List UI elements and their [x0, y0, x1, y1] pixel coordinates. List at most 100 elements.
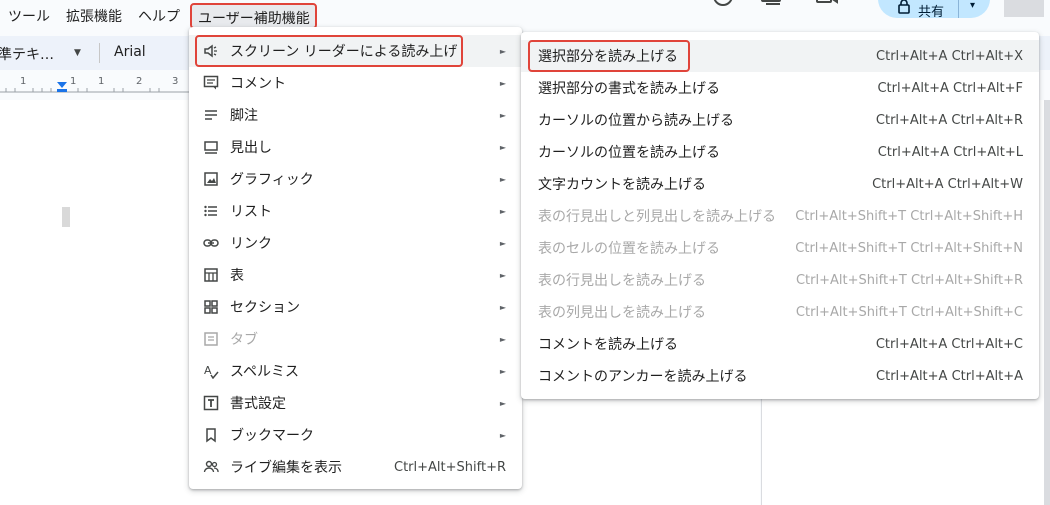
section-icon: [203, 299, 219, 315]
menu-item-label: コメント: [230, 76, 286, 92]
menu-extensions[interactable]: 拡張機能: [66, 6, 122, 26]
comment-history-icon[interactable]: [760, 0, 784, 16]
submenu-item-label: 表の行見出しを読み上げる: [538, 273, 706, 289]
indent-marker-icon[interactable]: [57, 82, 67, 88]
menu-item-footnotes[interactable]: 脚注 ►: [189, 99, 522, 131]
menu-item-label: ブックマーク: [230, 428, 314, 444]
menu-item-label: 脚注: [230, 108, 258, 124]
menu-item-tables[interactable]: 表 ►: [189, 259, 522, 291]
format-icon: [203, 395, 219, 411]
ruler-mark: 3: [172, 76, 179, 87]
menu-item-links[interactable]: リンク ►: [189, 227, 522, 259]
menu-item-graphics[interactable]: グラフィック ►: [189, 163, 522, 195]
menu-item-label: セクション: [230, 300, 300, 316]
submenu-arrow-icon: ►: [499, 174, 506, 184]
submenu-item-label: カーソルの位置を読み上げる: [538, 145, 720, 161]
menu-item-label: ライブ編集を表示: [230, 460, 342, 476]
ruler-mark: 1: [20, 76, 27, 87]
avatar[interactable]: [1004, 0, 1044, 17]
menu-item-label: グラフィック: [230, 172, 314, 188]
submenu-item-read-selection[interactable]: 選択部分を読み上げる Ctrl+Alt+A Ctrl+Alt+X: [521, 40, 1039, 72]
menu-item-comments[interactable]: コメント ►: [189, 67, 522, 99]
chevron-down-icon[interactable]: ▾: [970, 0, 975, 11]
menu-help[interactable]: ヘルプ: [138, 6, 180, 26]
spellcheck-icon: A: [203, 363, 219, 379]
menu-item-label: 書式設定: [230, 396, 286, 412]
menu-tools[interactable]: ツール: [8, 6, 50, 26]
menu-item-headings[interactable]: 見出し ►: [189, 131, 522, 163]
submenu-arrow-icon: ►: [499, 206, 506, 216]
scrollbar[interactable]: [1044, 100, 1050, 505]
lock-icon: [898, 0, 910, 18]
heading-icon: [203, 139, 219, 155]
share-label: 共有: [918, 5, 945, 20]
submenu-arrow-icon: ►: [499, 302, 506, 312]
submenu-item-read-cell-location: 表のセルの位置を読み上げる Ctrl+Alt+Shift+T Ctrl+Alt+…: [521, 232, 1039, 264]
menu-item-label: 見出し: [230, 140, 272, 156]
submenu-item-label: 表のセルの位置を読み上げる: [538, 241, 720, 257]
submenu-item-read-row-header: 表の行見出しを読み上げる Ctrl+Alt+Shift+T Ctrl+Alt+S…: [521, 264, 1039, 296]
font-select[interactable]: Arial: [114, 44, 146, 60]
share-divider: [958, 0, 959, 18]
paragraph-style-select[interactable]: 準テキ…: [0, 44, 54, 64]
submenu-item-label: 選択部分を読み上げる: [538, 49, 678, 65]
chevron-down-icon[interactable]: ▼: [74, 48, 81, 58]
keyboard-shortcut: Ctrl+Alt+Shift+T Ctrl+Alt+Shift+N: [795, 240, 1023, 256]
submenu-arrow-icon: ►: [499, 46, 506, 56]
menu-item-spelling[interactable]: A スペルミス ►: [189, 355, 522, 387]
menu-item-lists[interactable]: リスト ►: [189, 195, 522, 227]
keyboard-shortcut: Ctrl+Alt+A Ctrl+Alt+W: [872, 176, 1023, 192]
menu-bar: ツール 拡張機能 ヘルプ ユーザー補助機能 共有 ▾: [0, 0, 1050, 32]
menu-item-label: タブ: [230, 332, 258, 348]
submenu-item-label: コメントを読み上げる: [538, 337, 678, 353]
menu-item-show-live-edits[interactable]: ライブ編集を表示 Ctrl+Alt+Shift+R: [189, 451, 522, 483]
menu-item-label: リンク: [230, 236, 272, 252]
ruler-mark: 1: [70, 76, 77, 87]
submenu-item-read-cursor-location[interactable]: カーソルの位置を読み上げる Ctrl+Alt+A Ctrl+Alt+L: [521, 136, 1039, 168]
svg-text:A: A: [204, 364, 212, 377]
menu-item-sections[interactable]: セクション ►: [189, 291, 522, 323]
ruler[interactable]: 1 1 1 2 3: [0, 76, 190, 96]
keyboard-shortcut: Ctrl+Alt+A Ctrl+Alt+A: [876, 368, 1023, 384]
menu-accessibility[interactable]: ユーザー補助機能: [190, 3, 317, 29]
submenu-item-read-row-column-headers: 表の行見出しと列見出しを読み上げる Ctrl+Alt+Shift+T Ctrl+…: [521, 200, 1039, 232]
accessibility-menu: スクリーン リーダーによる読み上げ ► コメント ► 脚注 ► 見出し ► グラ…: [189, 27, 522, 489]
share-button[interactable]: 共有 ▾: [878, 0, 990, 20]
submenu-arrow-icon: ►: [499, 270, 506, 280]
menu-item-label: 表: [230, 268, 244, 284]
list-icon: [203, 203, 219, 219]
footnote-icon: [203, 107, 219, 123]
video-call-icon[interactable]: [815, 0, 839, 16]
submenu-arrow-icon: ►: [499, 110, 506, 120]
submenu-item-read-from-cursor[interactable]: カーソルの位置から読み上げる Ctrl+Alt+A Ctrl+Alt+R: [521, 104, 1039, 136]
comment-icon: [203, 75, 219, 91]
keyboard-shortcut: Ctrl+Alt+A Ctrl+Alt+F: [877, 80, 1023, 96]
link-icon: [203, 235, 219, 251]
ruler-mark: 2: [136, 76, 143, 87]
menu-item-formatting[interactable]: 書式設定 ►: [189, 387, 522, 419]
menu-item-tabs: タブ ►: [189, 323, 522, 355]
people-icon: [203, 459, 219, 475]
submenu-arrow-icon: ►: [499, 78, 506, 88]
submenu-arrow-icon: ►: [499, 430, 506, 440]
submenu-arrow-icon: ►: [499, 366, 506, 376]
submenu-item-read-selection-formatting[interactable]: 選択部分の書式を読み上げる Ctrl+Alt+A Ctrl+Alt+F: [521, 72, 1039, 104]
menu-item-bookmarks[interactable]: ブックマーク ►: [189, 419, 522, 451]
image-icon: [203, 171, 219, 187]
keyboard-shortcut: Ctrl+Alt+Shift+T Ctrl+Alt+Shift+H: [795, 208, 1023, 224]
submenu-arrow-icon: ►: [499, 334, 506, 344]
submenu-item-label: コメントのアンカーを読み上げる: [538, 369, 748, 385]
keyboard-shortcut: Ctrl+Alt+A Ctrl+Alt+C: [875, 336, 1023, 352]
submenu-item-read-comment[interactable]: コメントを読み上げる Ctrl+Alt+A Ctrl+Alt+C: [521, 328, 1039, 360]
menu-item-label: リスト: [230, 204, 272, 220]
tab-icon: [203, 331, 219, 347]
submenu-arrow-icon: ►: [499, 238, 506, 248]
submenu-item-read-comment-anchor[interactable]: コメントのアンカーを読み上げる Ctrl+Alt+A Ctrl+Alt+A: [521, 360, 1039, 392]
submenu-item-label: 文字カウントを読み上げる: [538, 177, 706, 193]
submenu-arrow-icon: ►: [499, 142, 506, 152]
submenu-item-label: カーソルの位置から読み上げる: [538, 113, 734, 129]
submenu-arrow-icon: ►: [499, 398, 506, 408]
history-icon[interactable]: [710, 0, 736, 16]
keyboard-shortcut: Ctrl+Alt+Shift+T Ctrl+Alt+Shift+R: [795, 272, 1023, 288]
submenu-item-read-word-count[interactable]: 文字カウントを読み上げる Ctrl+Alt+A Ctrl+Alt+W: [521, 168, 1039, 200]
